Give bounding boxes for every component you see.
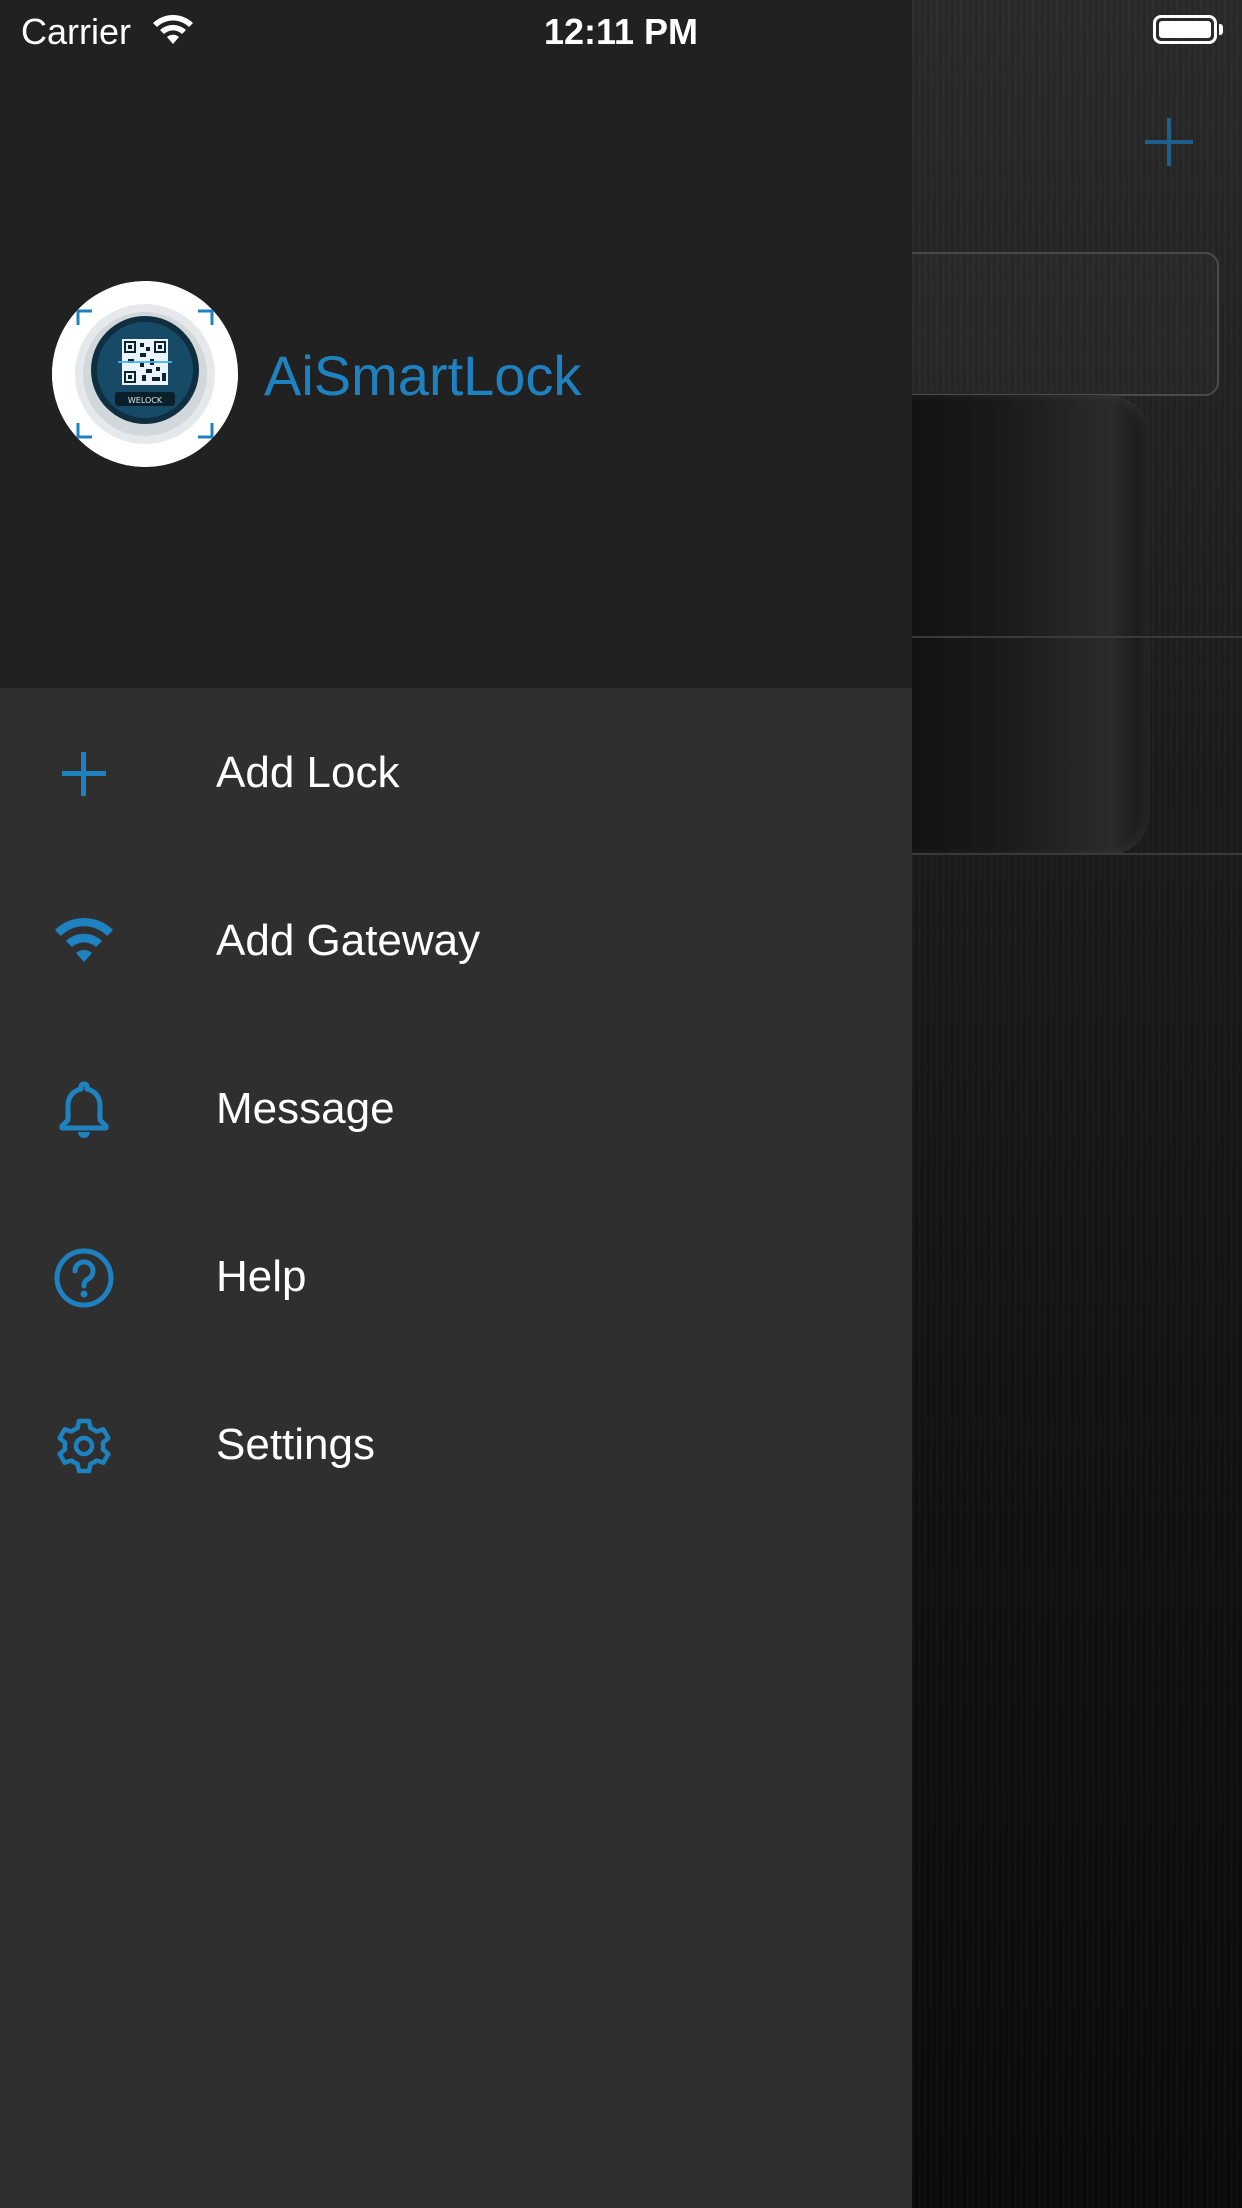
menu-item-help[interactable]: Help xyxy=(0,1192,912,1360)
battery-tip xyxy=(1219,24,1223,35)
bell-icon xyxy=(52,1078,116,1142)
status-bar: Carrier 12:11 PM xyxy=(0,0,1242,62)
menu-item-label: Settings xyxy=(216,1420,375,1469)
background-add-icon xyxy=(1145,118,1193,166)
menu-item-add-gateway[interactable]: Add Gateway xyxy=(0,856,912,1024)
app-name: AiSmartLock xyxy=(264,344,582,407)
background-input-field xyxy=(860,252,1219,396)
menu-item-label: Add Lock xyxy=(216,748,400,797)
avatar-badge-text: WELOCK xyxy=(128,396,163,405)
menu-item-label: Message xyxy=(216,1084,395,1133)
menu-item-label: Help xyxy=(216,1252,307,1301)
battery-icon xyxy=(1153,15,1217,44)
drawer-header: WELOCK AiSmartLock xyxy=(0,0,912,688)
avatar[interactable]: WELOCK xyxy=(52,281,238,467)
menu-item-settings[interactable]: Settings xyxy=(0,1360,912,1528)
screen: Carrier 12:11 PM WELOCK AiSmartLock Add … xyxy=(0,0,1242,2208)
status-time: 12:11 PM xyxy=(543,11,699,52)
wifi-icon xyxy=(52,910,116,974)
drawer-menu: Add Lock Add Gateway Message Help Settin… xyxy=(0,688,912,1528)
menu-item-label: Add Gateway xyxy=(216,916,481,965)
menu-item-add-lock[interactable]: Add Lock xyxy=(0,688,912,856)
background-divider xyxy=(912,853,1242,855)
gear-icon xyxy=(52,1414,116,1478)
menu-item-message[interactable]: Message xyxy=(0,1024,912,1192)
background-divider xyxy=(912,636,1242,638)
help-circle-icon xyxy=(52,1246,116,1310)
plus-icon xyxy=(52,742,116,806)
side-drawer: WELOCK AiSmartLock Add Lock Add Gateway … xyxy=(0,0,912,2208)
